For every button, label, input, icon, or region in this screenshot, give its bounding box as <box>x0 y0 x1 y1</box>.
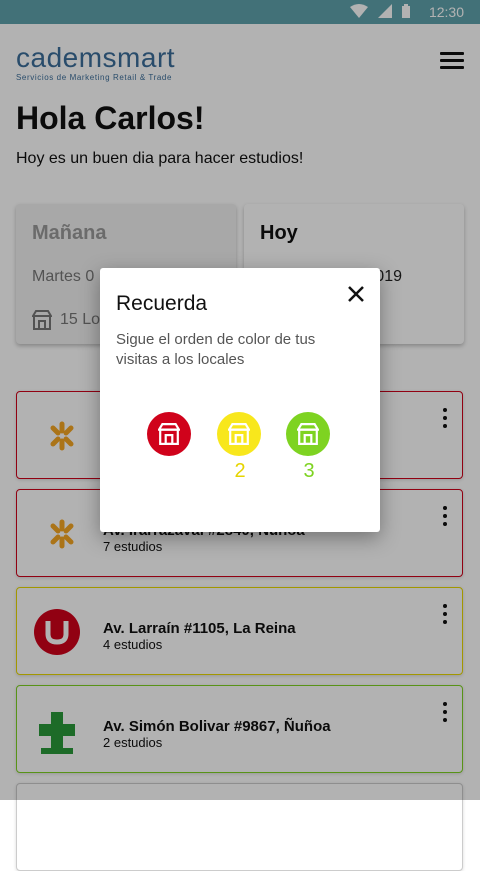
dialog-title: Recuerda <box>116 292 208 315</box>
store-icon <box>158 423 180 445</box>
step-number: 2 <box>234 460 246 482</box>
step-red <box>147 412 193 460</box>
step-yellow: 2 <box>217 412 263 483</box>
store-icon <box>297 423 319 445</box>
step-circle <box>147 412 191 456</box>
step-number: 3 <box>303 460 315 482</box>
dialog-body: Sigue el orden de color de tus visitas a… <box>116 331 316 368</box>
store-icon <box>228 423 250 445</box>
step-circle <box>286 412 330 456</box>
step-circle <box>217 412 261 456</box>
close-icon[interactable] <box>344 282 368 306</box>
step-green: 3 <box>286 412 332 483</box>
reminder-dialog: Recuerda Sigue el orden de color de tus … <box>100 268 380 532</box>
